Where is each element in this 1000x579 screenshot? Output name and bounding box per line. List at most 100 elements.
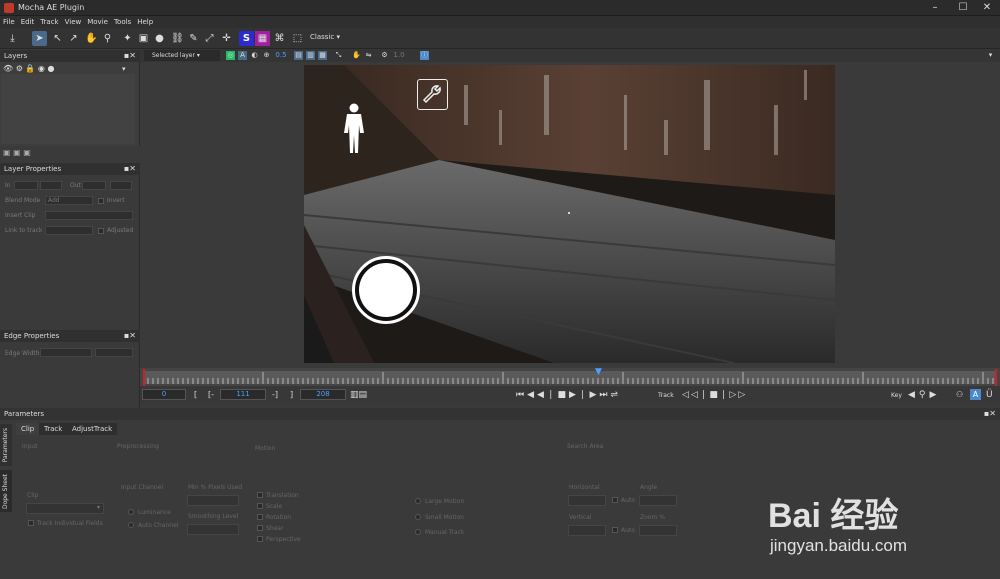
frame-range-icon[interactable]: ▥▤ [350, 389, 367, 401]
viewer-menu-icon[interactable]: ▾ [986, 51, 995, 60]
panel-close-icon[interactable]: ▪✕ [124, 51, 136, 60]
layer-select-dropdown[interactable]: Selected layer ▾ [144, 50, 220, 61]
info-icon[interactable]: ⓘ [420, 51, 429, 60]
tab-clip[interactable]: Clip [16, 423, 40, 435]
edge-width-buttons[interactable] [95, 348, 133, 357]
in-field[interactable] [14, 181, 38, 190]
marquee-tool-icon[interactable]: ⬚ [290, 31, 305, 46]
select-tool-icon[interactable]: ➤ [32, 31, 47, 46]
rotation-checkbox[interactable] [257, 514, 263, 520]
pen-tool-icon[interactable]: ✎ [186, 31, 201, 46]
settings-icon[interactable]: ⚙ [380, 51, 389, 60]
tracking-icon[interactable]: ⊕ [262, 51, 271, 60]
tab-parameters-side[interactable]: Parameters [0, 424, 12, 466]
min-pixels-used-field[interactable] [187, 495, 239, 506]
layers-list[interactable] [1, 74, 135, 144]
character-icon[interactable] [342, 103, 366, 155]
layer-buttons[interactable]: ▣ ▣ ▣ [3, 148, 31, 157]
set-out-button[interactable]: ] [290, 389, 293, 401]
clip-dropdown[interactable]: ▾ [26, 503, 104, 514]
joystick-button-icon[interactable] [352, 256, 420, 324]
link-tool-icon[interactable]: ⛓ [170, 31, 185, 46]
panel-close-icon[interactable]: ▪✕ [124, 164, 136, 173]
maximize-button[interactable]: ☐ [950, 1, 976, 15]
playhead[interactable]: ▼ [595, 368, 603, 377]
go-in-button[interactable]: [- [208, 389, 214, 401]
keyframe-icon[interactable]: Ü [986, 389, 993, 401]
fit-view-icon[interactable]: ⤡ [334, 51, 343, 60]
vertical-field[interactable] [568, 525, 606, 536]
auto-key-icon[interactable]: ⚇ [956, 389, 963, 401]
go-out-button[interactable]: -] [272, 389, 278, 401]
corner-tool-icon[interactable]: ⌘ [272, 31, 287, 46]
adjusted-checkbox[interactable] [98, 228, 104, 234]
link-to-track-dropdown[interactable] [45, 226, 93, 235]
layer-visibility-icons[interactable]: 👁 ⚙ 🔒 ◉ ● [3, 64, 54, 73]
tab-track[interactable]: Track [39, 423, 68, 435]
menu-file[interactable]: File [0, 16, 18, 28]
tab-adjust-track[interactable]: AdjustTrack [67, 423, 118, 435]
set-in-button[interactable]: [ [194, 389, 197, 401]
layers-menu-icon[interactable]: ▾ [122, 65, 126, 73]
out-point-field[interactable]: 208 [300, 389, 346, 400]
horizontal-auto-checkbox[interactable] [612, 497, 618, 503]
menu-track[interactable]: Track [37, 16, 61, 28]
smoothing-level-field[interactable] [187, 524, 239, 535]
menu-view[interactable]: View [62, 16, 85, 28]
save-icon[interactable]: ⤓ [5, 31, 20, 46]
zoom-tool-icon[interactable]: ⚲ [100, 31, 115, 46]
edge-width-field[interactable] [40, 348, 92, 357]
horizontal-field[interactable] [568, 495, 606, 506]
value-field[interactable]: 1.0 [392, 51, 406, 60]
transform-tool-icon[interactable]: ⤢ [202, 31, 217, 46]
angle-field[interactable] [639, 495, 677, 506]
select-add-icon[interactable]: ↗ [66, 31, 81, 46]
translation-checkbox[interactable] [257, 492, 263, 498]
current-frame-field[interactable]: 0 [142, 389, 186, 400]
workspace-dropdown[interactable]: Classic ▾ [310, 33, 340, 41]
tab-dope-sheet-side[interactable]: Dope Sheet [0, 470, 12, 512]
invert-checkbox[interactable] [98, 198, 104, 204]
track-controls[interactable]: ◁◁❘■❘▷▷ [682, 389, 747, 401]
out-marker[interactable] [995, 369, 997, 386]
view-mode-2-icon[interactable]: ▥ [306, 51, 315, 60]
hand-tool-icon[interactable]: ✋ [84, 31, 99, 46]
large-motion-radio[interactable] [415, 498, 421, 504]
track-individual-fields-checkbox[interactable] [28, 520, 34, 526]
grid-tool-icon[interactable]: ▦ [255, 31, 270, 46]
menu-tools[interactable]: Tools [111, 16, 134, 28]
playback-controls[interactable]: ⏮◀◀❘■▶❘▶⏭⇌ [516, 389, 621, 401]
manual-track-radio[interactable] [415, 529, 421, 535]
menu-movie[interactable]: Movie [84, 16, 111, 28]
shear-checkbox[interactable] [257, 525, 263, 531]
opacity-value[interactable]: 0.5 [274, 51, 288, 60]
pan-icon[interactable]: ✋ [352, 51, 361, 60]
close-window-button[interactable]: ✕ [974, 1, 1000, 15]
surface-tool-icon[interactable]: S [239, 31, 254, 46]
luminance-radio[interactable] [128, 509, 134, 515]
view-mode-3-icon[interactable]: ▦ [318, 51, 327, 60]
in-marker[interactable] [143, 369, 145, 386]
perspective-checkbox[interactable] [257, 536, 263, 542]
scale-checkbox[interactable] [257, 503, 263, 509]
vertical-auto-checkbox[interactable] [612, 527, 618, 533]
in-point-field[interactable]: 111 [220, 389, 266, 400]
timeline-ruler[interactable]: ▼ [142, 368, 997, 386]
key-controls[interactable]: ◀⚲▶ [908, 389, 940, 401]
in-buttons[interactable] [40, 181, 62, 190]
out-field[interactable] [82, 181, 106, 190]
panel-close-icon[interactable]: ▪✕ [124, 331, 136, 340]
overlay-icon[interactable]: ◐ [250, 51, 259, 60]
small-motion-radio[interactable] [415, 514, 421, 520]
auto-channel-radio[interactable] [128, 522, 134, 528]
blend-mode-dropdown[interactable]: Add [45, 196, 93, 205]
wrench-icon[interactable] [417, 79, 448, 110]
rectangle-tool-icon[interactable]: ▣ [136, 31, 151, 46]
add-point-icon[interactable]: ✦ [120, 31, 135, 46]
menu-help[interactable]: Help [134, 16, 156, 28]
insert-clip-dropdown[interactable] [45, 211, 133, 220]
minimize-button[interactable]: – [922, 1, 948, 15]
stabilize-icon[interactable]: ⇋ [364, 51, 373, 60]
select-points-icon[interactable]: ↖ [50, 31, 65, 46]
ellipse-tool-icon[interactable]: ● [152, 31, 167, 46]
